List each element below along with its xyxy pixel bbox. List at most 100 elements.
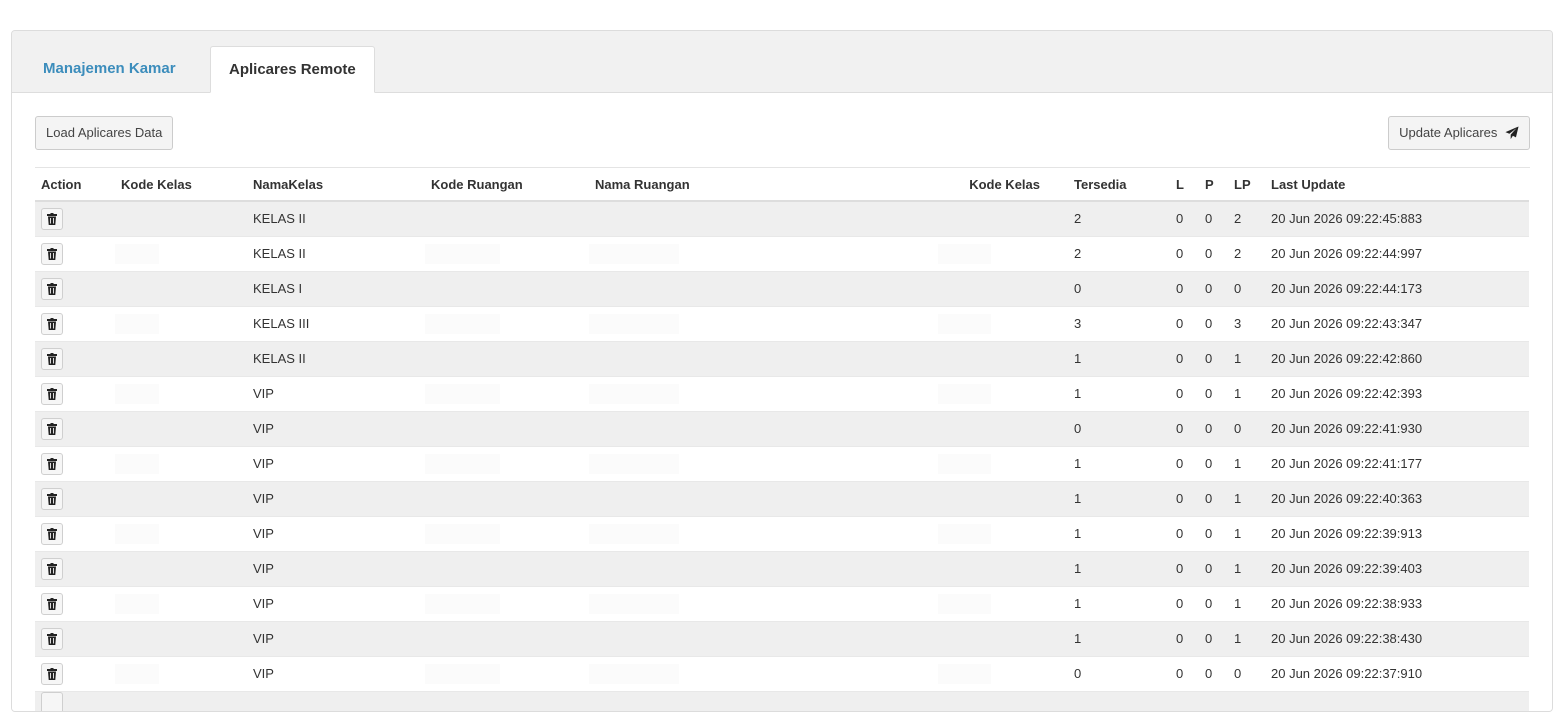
load-aplicares-button[interactable]: Load Aplicares Data [35, 116, 174, 150]
kode-kelas-cell [115, 515, 247, 551]
delete-button[interactable] [41, 242, 63, 265]
tab-aplicares-remote[interactable]: Aplicares Remote [210, 46, 375, 93]
trash-icon [47, 596, 57, 611]
kode-ruangan-cell [425, 585, 589, 621]
redacted-block [115, 453, 159, 474]
kode-kelas-cell [115, 410, 247, 446]
delete-button[interactable] [41, 417, 63, 440]
redacted-block [115, 243, 159, 264]
action-cell [35, 585, 115, 621]
table-row: VIP 1 0 0 1 20 Jun 2026 09:22:39:403 [35, 550, 1529, 586]
table-row [35, 690, 1529, 711]
nama-kelas-cell: VIP [247, 585, 425, 621]
l-cell: 0 [1170, 550, 1199, 586]
last-update-cell: 20 Jun 2026 09:22:40:363 [1265, 480, 1529, 516]
tersedia-cell: 2 [1068, 235, 1170, 271]
redacted-block [938, 313, 991, 334]
trash-icon [47, 386, 57, 401]
lp-cell: 0 [1228, 270, 1265, 306]
redacted-block [425, 663, 500, 684]
table-header-row: Action Kode Kelas NamaKelas Kode Ruangan… [35, 168, 1529, 202]
tersedia-cell: 1 [1068, 375, 1170, 411]
aplicares-panel: Manajemen Kamar Aplicares Remote Load Ap… [11, 30, 1553, 712]
kode-kelas-cell [115, 200, 247, 236]
delete-button[interactable] [41, 662, 63, 685]
tab-manajemen-kamar[interactable]: Manajemen Kamar [25, 46, 194, 92]
tersedia-cell: 1 [1068, 515, 1170, 551]
l-cell: 0 [1170, 375, 1199, 411]
delete-button[interactable] [41, 627, 63, 650]
tabs-bar: Manajemen Kamar Aplicares Remote [12, 31, 1552, 93]
p-cell: 0 [1199, 515, 1228, 551]
last-update-cell: 20 Jun 2026 09:22:41:930 [1265, 410, 1529, 446]
action-cell [35, 515, 115, 551]
action-cell [35, 480, 115, 516]
l-cell: 0 [1170, 410, 1199, 446]
last-update-cell: 20 Jun 2026 09:22:45:883 [1265, 200, 1529, 236]
nama-kelas-cell: VIP [247, 515, 425, 551]
kode-kelas-cell [115, 620, 247, 656]
header-last-update: Last Update [1265, 168, 1529, 202]
update-aplicares-button[interactable]: Update Aplicares [1388, 116, 1530, 150]
tersedia-cell: 1 [1068, 620, 1170, 656]
delete-button[interactable] [41, 277, 63, 300]
tersedia-cell: 1 [1068, 550, 1170, 586]
lp-cell: 1 [1228, 445, 1265, 481]
kode-kelas-2-cell [938, 200, 1068, 236]
l-cell: 0 [1170, 270, 1199, 306]
p-cell: 0 [1199, 585, 1228, 621]
lp-cell: 1 [1228, 585, 1265, 621]
delete-button[interactable] [41, 592, 63, 615]
action-cell [35, 340, 115, 376]
delete-button[interactable] [41, 557, 63, 580]
p-cell: 0 [1199, 305, 1228, 341]
lp-cell: 3 [1228, 305, 1265, 341]
delete-button[interactable] [41, 487, 63, 510]
last-update-cell: 20 Jun 2026 09:22:39:403 [1265, 550, 1529, 586]
nama-ruangan-cell [589, 620, 938, 656]
p-cell: 0 [1199, 480, 1228, 516]
redacted-block [938, 453, 991, 474]
lp-cell: 0 [1228, 655, 1265, 691]
redacted-block [589, 313, 679, 334]
delete-button[interactable] [41, 207, 63, 230]
kode-kelas-2-cell [938, 620, 1068, 656]
nama-ruangan-cell [589, 480, 938, 516]
nama-ruangan-cell [589, 200, 938, 236]
kode-ruangan-cell [425, 340, 589, 376]
delete-button[interactable] [41, 382, 63, 405]
redacted-block [115, 663, 159, 684]
kode-kelas-cell [115, 305, 247, 341]
last-update-cell: 20 Jun 2026 09:22:38:933 [1265, 585, 1529, 621]
tersedia-cell: 3 [1068, 305, 1170, 341]
delete-button[interactable] [41, 347, 63, 370]
delete-button[interactable] [41, 312, 63, 335]
table-row: KELAS II 1 0 0 1 20 Jun 2026 09:22:42:860 [35, 340, 1529, 376]
table-row: VIP 1 0 0 1 20 Jun 2026 09:22:38:933 [35, 585, 1529, 621]
lp-cell: 1 [1228, 375, 1265, 411]
delete-button[interactable] [41, 452, 63, 475]
redacted-block [115, 313, 159, 334]
lp-cell: 1 [1228, 620, 1265, 656]
redacted-block [938, 383, 991, 404]
tersedia-cell: 1 [1068, 340, 1170, 376]
redacted-block [425, 243, 500, 264]
kode-kelas-cell [115, 235, 247, 271]
redacted-block [425, 523, 500, 544]
delete-button[interactable] [41, 691, 63, 711]
table-row: VIP 0 0 0 0 20 Jun 2026 09:22:37:910 [35, 655, 1529, 691]
kode-ruangan-cell [425, 480, 589, 516]
nama-kelas-cell: VIP [247, 375, 425, 411]
nama-kelas-cell: KELAS II [247, 200, 425, 236]
l-cell: 0 [1170, 585, 1199, 621]
nama-ruangan-cell [589, 305, 938, 341]
delete-button[interactable] [41, 522, 63, 545]
redacted-block [938, 243, 991, 264]
table-row: KELAS I 0 0 0 0 20 Jun 2026 09:22:44:173 [35, 270, 1529, 306]
update-aplicares-label: Update Aplicares [1399, 125, 1498, 140]
l-cell: 0 [1170, 515, 1199, 551]
lp-cell: 1 [1228, 340, 1265, 376]
l-cell: 0 [1170, 200, 1199, 236]
trash-icon [47, 281, 57, 296]
nama-kelas-cell: VIP [247, 550, 425, 586]
